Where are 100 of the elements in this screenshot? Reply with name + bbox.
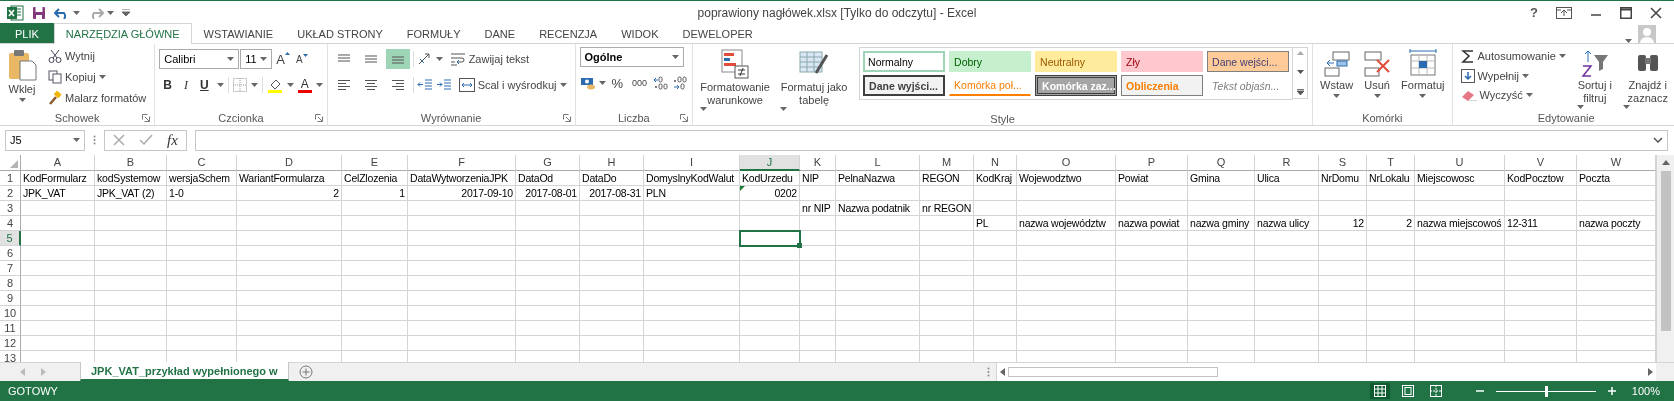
name-box[interactable]: J5 [5,129,85,151]
ribbon-tab[interactable]: UKŁAD STRONY [285,23,395,43]
column-header[interactable]: T [1367,155,1415,171]
ribbon-tab[interactable]: NARZĘDZIA GŁÓWNE [53,23,192,44]
row-header[interactable]: 3 [0,201,21,216]
row-header[interactable]: 6 [0,246,21,261]
help-button[interactable]: ? [1530,5,1538,20]
ribbon-tab[interactable]: DANE [472,23,528,43]
find-select-button[interactable]: Znajdź i zaznacz [1619,47,1674,111]
decrease-indent-icon[interactable] [416,79,433,91]
italic-button[interactable]: I [179,74,192,96]
column-header[interactable]: D [237,155,342,171]
dialog-launcher-icon[interactable] [680,113,689,122]
increase-decimal-icon[interactable] [653,76,670,90]
format-as-table-button[interactable]: Formatuj jako tabelę [777,47,852,113]
cell-style-option[interactable]: Dane wyjści... [863,75,946,96]
paste-button[interactable]: Wklej [4,47,40,104]
row-header[interactable]: 9 [0,291,21,306]
wrap-text-button[interactable]: Zawijaj tekst [445,50,534,68]
dialog-launcher-icon[interactable] [142,113,151,122]
column-header[interactable]: J [740,155,800,171]
format-painter-button[interactable]: Malarz formatów [44,89,151,107]
font-size-dropdown[interactable]: 11 [240,49,273,69]
fill-handle-icon[interactable] [797,243,802,248]
column-header[interactable]: C [167,155,237,171]
sheet-tab[interactable]: JPK_VAT_przykład wypełnionego w [80,362,289,381]
merge-center-button[interactable]: Scal i wyśrodkuj [454,76,571,94]
scroll-down-icon[interactable] [1296,70,1304,74]
font-name-dropdown[interactable]: Calibri [159,49,240,69]
row-header[interactable]: 1 [0,171,21,186]
column-header[interactable]: P [1116,155,1188,171]
column-header[interactable]: E [342,155,408,171]
view-button[interactable] [1369,383,1390,399]
ribbon-tab[interactable]: WSTAWIANIE [191,23,286,43]
conditional-formatting-button[interactable]: Formatowanie warunkowe [697,47,774,113]
thousands-separator-button[interactable]: 000 [629,77,651,89]
cell-style-option[interactable]: Dobry [949,51,1032,72]
column-header[interactable]: B [95,155,167,171]
grow-font-button[interactable]: A [274,50,292,68]
ribbon-tab[interactable]: WIDOK [609,23,671,43]
row-header[interactable]: 8 [0,276,21,291]
font-color-button[interactable]: A [297,77,312,93]
shrink-font-button[interactable]: A [293,52,310,66]
zoom-out-icon[interactable] [1475,387,1484,395]
increase-indent-icon[interactable] [435,79,452,91]
underline-button[interactable]: U [195,75,213,95]
vertical-align-button[interactable] [385,49,410,69]
column-header[interactable]: O [1017,155,1116,171]
cell-style-option[interactable]: Zły [1121,51,1204,72]
more-styles-icon[interactable] [1296,89,1304,95]
column-header[interactable]: K [800,155,836,171]
cell-style-option[interactable]: Dane wejści... [1207,51,1290,72]
horizontal-scrollbar[interactable] [996,363,1656,381]
cell-style-option[interactable]: Normalny [863,51,946,72]
insert-cells-button[interactable]: Wstaw [1317,47,1357,100]
column-header[interactable]: F [408,155,516,171]
currency-icon[interactable] [579,76,596,90]
cut-button[interactable]: Wytnij [44,47,151,65]
more-options-icon[interactable] [93,135,96,145]
check-icon[interactable] [139,134,153,146]
zoom-in-icon[interactable] [1607,387,1616,395]
column-header[interactable]: A [21,155,95,171]
dialog-launcher-icon[interactable] [562,113,571,122]
close-icon[interactable] [1650,6,1662,19]
maximize-icon[interactable] [1620,6,1632,19]
ribbon-tab[interactable]: RECENZJA [527,23,610,43]
row-header[interactable]: 7 [0,261,21,276]
zoom-level[interactable]: 100% [1623,385,1666,397]
delete-cells-button[interactable]: Usuń [1360,47,1395,100]
column-header[interactable]: S [1319,155,1367,171]
bold-button[interactable]: B [159,75,176,95]
row-header[interactable]: 5 [0,231,21,246]
expand-icon[interactable] [1653,137,1663,143]
column-header[interactable]: V [1505,155,1577,171]
add-sheet-icon[interactable] [298,365,313,379]
scroll-left-icon[interactable] [1000,368,1005,376]
formula-input[interactable] [194,129,1668,151]
row-header[interactable]: 10 [0,306,21,321]
ribbon-display-icon[interactable] [1556,6,1572,19]
fill-button[interactable]: Wypełnij [1456,67,1570,85]
copy-button[interactable]: Kopiuj [44,68,151,86]
row-header[interactable]: 2 [0,186,21,201]
autosum-button[interactable]: Autosumowanie [1456,47,1570,65]
column-header[interactable]: M [920,155,974,171]
column-header[interactable]: N [974,155,1017,171]
slider-thumb[interactable] [1544,385,1548,397]
format-cells-button[interactable]: Formatuj [1398,47,1448,100]
customize-toolbar-icon[interactable] [122,9,130,16]
column-header[interactable]: G [516,155,580,171]
ribbon-tab[interactable]: FORMUŁY [394,23,473,43]
clear-button[interactable]: Wyczyść [1456,87,1570,103]
decrease-decimal-icon[interactable] [672,76,689,90]
row-header[interactable]: 11 [0,321,21,336]
ribbon-tab[interactable]: DEWELOPER [670,23,765,43]
sort-filter-button[interactable]: Sortuj i filtruj [1573,47,1616,111]
vertical-scrollbar[interactable] [1656,155,1674,362]
insert-function-button[interactable]: fx [167,131,178,149]
save-icon[interactable] [32,5,46,20]
column-header[interactable]: H [580,155,644,171]
row-header[interactable]: 12 [0,336,21,351]
